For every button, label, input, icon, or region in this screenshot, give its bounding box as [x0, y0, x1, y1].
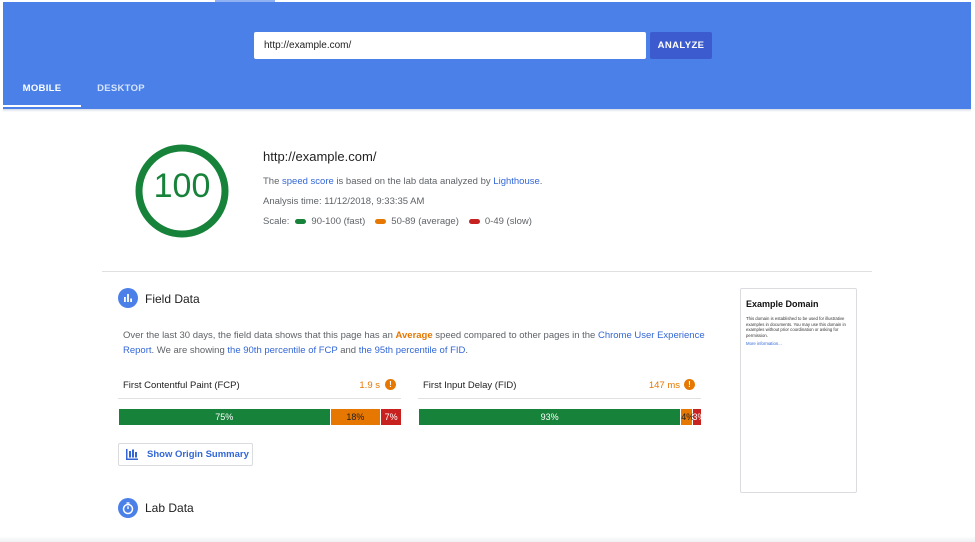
analysis-time: Analysis time: 11/12/2018, 9:33:35 AM: [263, 196, 425, 207]
scale-slow-label: 0-49 (slow): [484, 216, 532, 227]
tab-mobile[interactable]: MOBILE: [3, 79, 81, 107]
bar-chart-icon: [118, 288, 138, 308]
top-accent-line: [215, 0, 275, 2]
score-scale: Scale: 90-100 (fast) 50-89 (average) 0-4…: [263, 216, 536, 227]
fid-warning-icon: !: [684, 379, 695, 390]
show-origin-summary-button[interactable]: Show Origin Summary: [118, 443, 253, 466]
score-description: The speed score is based on the lab data…: [263, 176, 543, 187]
field-data-title: Field Data: [145, 292, 200, 306]
thumbnail-body: This domain is established to be used fo…: [746, 316, 846, 338]
scale-average-label: 50-89 (average): [391, 216, 459, 227]
fcp-separator: [118, 398, 401, 399]
scale-average-pill: [375, 219, 387, 224]
scale-fast-label: 90-100 (fast): [311, 216, 366, 227]
fid-percentile-link[interactable]: the 95th percentile of FID: [359, 345, 466, 356]
thumbnail-title: Example Domain: [746, 299, 819, 309]
fid-value: 147 ms: [648, 380, 680, 391]
score-value: 100: [153, 167, 211, 205]
fid-separator: [418, 398, 701, 399]
average-label: Average: [395, 330, 433, 341]
analyze-button[interactable]: ANALYZE: [650, 32, 712, 59]
fcp-average-segment: 18%: [330, 409, 382, 425]
stopwatch-icon: [118, 498, 138, 518]
thumbnail-link: More information...: [746, 341, 782, 346]
header-shadow: [3, 109, 971, 112]
fid-label: First Input Delay (FID): [423, 380, 517, 391]
fcp-percentile-link[interactable]: the 90th percentile of FCP: [227, 345, 337, 356]
bottom-fade: [0, 536, 975, 542]
analyzed-url: http://example.com/: [263, 149, 377, 164]
page-screenshot-thumbnail: Example Domain This domain is establishe…: [740, 288, 857, 493]
url-input[interactable]: [254, 32, 646, 59]
speed-score-link[interactable]: speed score: [282, 176, 334, 187]
fcp-value: 1.9 s: [359, 380, 380, 391]
fcp-slow-segment: 7%: [381, 409, 401, 425]
tab-desktop[interactable]: DESKTOP: [82, 79, 160, 107]
fid-fast-segment: 93%: [419, 409, 682, 425]
scale-label: Scale:: [263, 216, 290, 227]
lab-data-title: Lab Data: [145, 501, 194, 515]
scale-slow-pill: [468, 219, 480, 224]
scale-fast-pill: [295, 219, 307, 224]
fcp-fast-segment: 75%: [119, 409, 331, 425]
fid-average-segment: 4%: [681, 409, 694, 425]
field-data-description: Over the last 30 days, the field data sh…: [123, 330, 705, 356]
section-divider: [102, 271, 872, 272]
fid-distribution-bar: 93% 4% 3%: [419, 409, 706, 425]
fid-slow-segment: 3%: [692, 409, 706, 425]
fcp-label: First Contentful Paint (FCP): [123, 380, 240, 391]
lighthouse-link[interactable]: Lighthouse: [493, 176, 539, 187]
fcp-warning-icon: !: [385, 379, 396, 390]
origin-summary-icon: [126, 449, 138, 460]
fcp-distribution-bar: 75% 18% 7%: [119, 409, 401, 425]
origin-summary-label: Show Origin Summary: [147, 449, 249, 460]
